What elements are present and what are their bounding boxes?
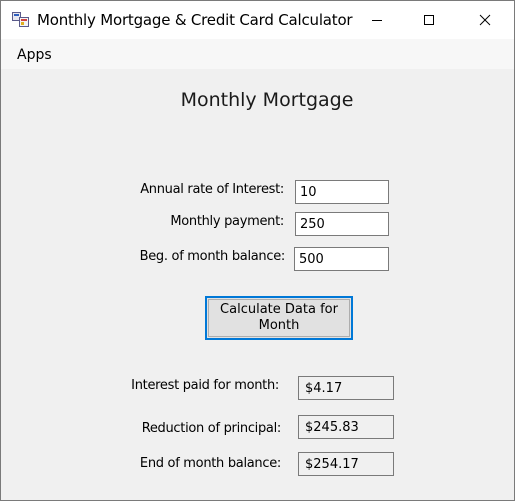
- interest-paid-output: $4.17: [298, 376, 394, 400]
- menu-apps[interactable]: Apps: [17, 47, 52, 63]
- maximize-icon: [424, 15, 434, 25]
- app-icon: [12, 12, 29, 27]
- close-button[interactable]: [462, 1, 508, 39]
- reduction-output: $245.83: [298, 415, 394, 439]
- minimize-button[interactable]: [354, 1, 400, 39]
- minimize-icon: [372, 20, 382, 21]
- menu-bar: Apps: [1, 39, 514, 69]
- monthly-payment-input[interactable]: 250: [295, 212, 389, 236]
- end-balance-output: $254.17: [298, 452, 394, 476]
- annual-rate-input[interactable]: 10: [295, 180, 389, 204]
- calculate-button[interactable]: Calculate Data for Month: [205, 296, 353, 340]
- maximize-button[interactable]: [406, 1, 452, 39]
- beg-balance-input[interactable]: 500: [294, 247, 389, 271]
- title-bar[interactable]: Monthly Mortgage & Credit Card Calculato…: [1, 1, 514, 39]
- end-balance-label: End of month balance:: [139, 456, 281, 471]
- window-title: Monthly Mortgage & Credit Card Calculato…: [37, 11, 353, 29]
- annual-rate-label: Annual rate of Interest:: [140, 182, 284, 197]
- form-heading: Monthly Mortgage: [180, 89, 354, 111]
- app-window: Monthly Mortgage & Credit Card Calculato…: [0, 0, 515, 501]
- reduction-label: Reduction of principal:: [141, 421, 282, 436]
- monthly-payment-label: Monthly payment:: [170, 214, 284, 229]
- beg-balance-label: Beg. of month balance:: [139, 249, 286, 264]
- interest-paid-label: Interest paid for month:: [131, 378, 279, 393]
- close-icon: [479, 14, 491, 26]
